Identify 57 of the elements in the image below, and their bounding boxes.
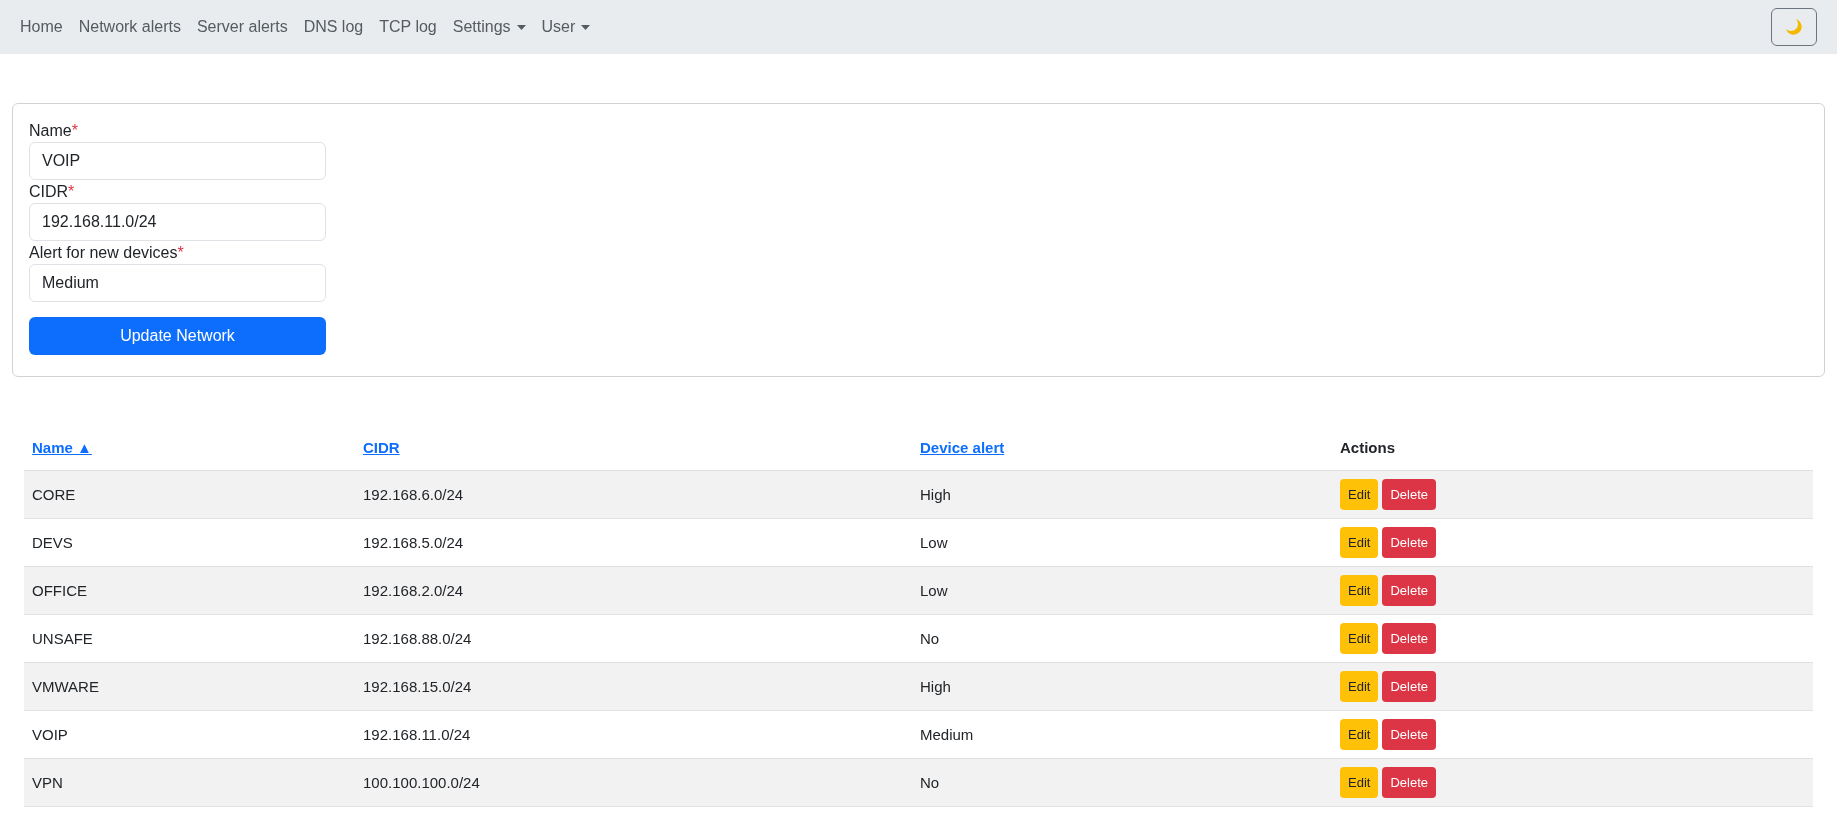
table-cell: CORE	[32, 485, 76, 503]
table-cell: No	[920, 773, 940, 791]
delete-button[interactable]: Delete	[1382, 575, 1436, 606]
table-cell: VPN	[32, 773, 63, 791]
column-header-link[interactable]: Name ▲	[32, 438, 92, 456]
table-cell: Low	[920, 533, 948, 551]
edit-button[interactable]: Edit	[1340, 479, 1379, 510]
table-cell: 192.168.5.0/24	[363, 533, 464, 551]
column-header-link[interactable]: Device alert	[920, 438, 1005, 456]
nav-link[interactable]: Settings	[452, 15, 526, 39]
table-cell: VOIP	[32, 725, 68, 743]
delete-button[interactable]: Delete	[1382, 527, 1436, 558]
edit-button[interactable]: Edit	[1340, 527, 1379, 558]
field-label: Name*	[29, 121, 79, 141]
nav-link[interactable]: Server alerts	[196, 15, 288, 39]
table-cell: High	[920, 485, 951, 503]
input-field[interactable]: Medium	[29, 264, 326, 302]
table-cell: DEVS	[32, 533, 73, 551]
edit-button[interactable]: Edit	[1340, 623, 1379, 654]
field-label: CIDR*	[29, 182, 76, 202]
nav-link[interactable]: DNS log	[303, 15, 364, 39]
table-cell: 192.168.88.0/24	[363, 629, 472, 647]
table-cell: No	[920, 629, 940, 647]
table-cell: 192.168.6.0/24	[363, 485, 464, 503]
edit-button[interactable]: Edit	[1340, 719, 1379, 750]
nav-link[interactable]: Home	[20, 15, 63, 39]
column-header: Actions	[1340, 438, 1395, 456]
table-cell: VMWARE	[32, 677, 99, 695]
moon-icon	[1785, 18, 1803, 36]
table-cell: OFFICE	[32, 581, 87, 599]
table-cell: UNSAFE	[32, 629, 93, 647]
input-field[interactable]: VOIP	[29, 142, 326, 180]
table-cell: Medium	[920, 725, 974, 743]
edit-button[interactable]: Edit	[1340, 671, 1379, 702]
nav-link[interactable]: Network alerts	[78, 15, 181, 39]
update-network-button[interactable]: Update Network	[29, 317, 326, 355]
caret-icon	[516, 24, 526, 30]
table-cell: 192.168.11.0/24	[363, 725, 471, 743]
table-cell: 100.100.100.0/24	[363, 773, 480, 791]
delete-button[interactable]: Delete	[1382, 479, 1436, 510]
caret-icon	[581, 24, 591, 30]
theme-toggle-button[interactable]	[1771, 8, 1817, 46]
delete-button[interactable]: Delete	[1382, 671, 1436, 702]
edit-button[interactable]: Edit	[1340, 767, 1379, 798]
nav-link[interactable]: User	[541, 15, 591, 39]
nav-link[interactable]: TCP log	[379, 15, 437, 39]
table-cell: Low	[920, 581, 948, 599]
field-label: Alert for new devices*	[29, 243, 185, 263]
input-field[interactable]: 192.168.11.0/24	[29, 203, 326, 241]
table-cell: 192.168.2.0/24	[363, 581, 464, 599]
table-cell: High	[920, 677, 951, 695]
edit-button[interactable]: Edit	[1340, 575, 1379, 606]
delete-button[interactable]: Delete	[1382, 767, 1436, 798]
table-cell: 192.168.15.0/24	[363, 677, 472, 695]
delete-button[interactable]: Delete	[1382, 623, 1436, 654]
delete-button[interactable]: Delete	[1382, 719, 1436, 750]
column-header-link[interactable]: CIDR	[363, 438, 400, 456]
